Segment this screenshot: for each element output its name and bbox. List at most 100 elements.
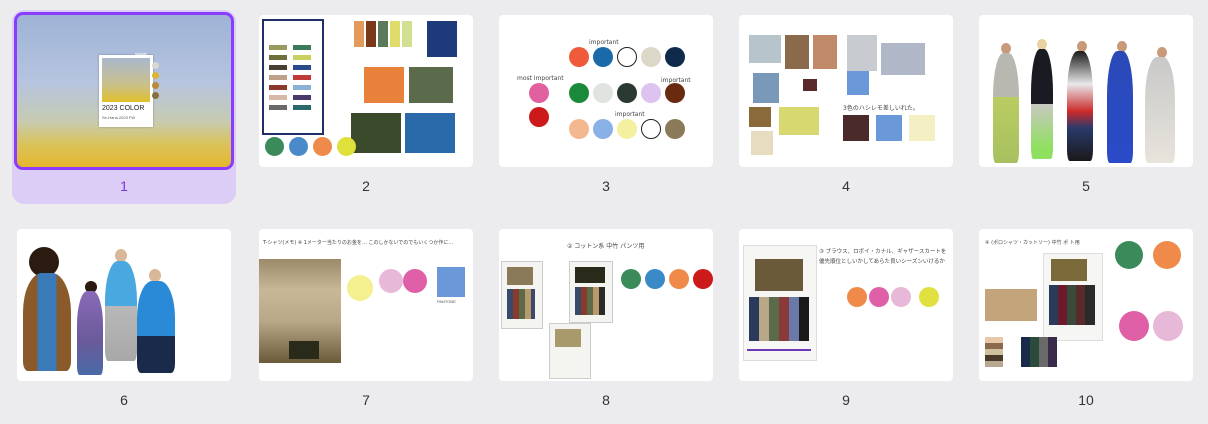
swatch <box>569 83 589 103</box>
swatch <box>289 341 319 359</box>
swatch <box>293 75 311 80</box>
swatch <box>555 329 581 347</box>
swatch <box>265 137 284 156</box>
swatch-grid <box>1021 337 1057 367</box>
photo <box>749 107 771 127</box>
swatch <box>593 83 613 103</box>
cover-title: 2023 COLOR <box>102 105 145 112</box>
slide-thumbnail-5[interactable]: 5 <box>974 10 1198 204</box>
swatch <box>669 269 689 289</box>
swatch <box>1115 241 1143 269</box>
slide-number: 1 <box>120 178 128 194</box>
slide-thumbnail-9[interactable]: ③ ブラウス、ロボイ・カナル、ギャザースカートを 優先順位としいかしてあらた良い… <box>734 224 958 418</box>
slide-number: 8 <box>602 392 610 408</box>
slide-number: 10 <box>1078 392 1094 408</box>
cover-photo <box>102 58 150 102</box>
swatch-grid <box>1049 285 1095 325</box>
slide-preview <box>17 229 231 381</box>
swatch <box>847 287 867 307</box>
swatch <box>617 83 637 103</box>
swatch <box>351 113 401 153</box>
swatch <box>641 119 661 139</box>
slide-thumbnail-4[interactable]: 3色のハシレモ差しいれた。 4 <box>734 10 958 204</box>
swatch <box>641 47 661 67</box>
swatch <box>665 83 685 103</box>
slide-number: 2 <box>362 178 370 194</box>
label-most-important: most important <box>517 75 564 82</box>
note-text: 3色のハシレモ差しいれた。 <box>843 105 919 112</box>
swatch <box>529 83 549 103</box>
swatch <box>293 85 311 90</box>
swatch <box>269 45 287 50</box>
slide-thumbnail-10[interactable]: ④ (ポロシャツ・カットソー) 中竹 ポ ト用 10 <box>974 224 1198 418</box>
slide-thumbnail-2[interactable]: 2 <box>254 10 478 204</box>
swatch <box>293 65 311 70</box>
label-important: important <box>589 39 619 46</box>
swatch <box>402 21 412 47</box>
model-figure <box>137 281 175 373</box>
model-figure <box>105 261 137 361</box>
swatch <box>293 55 311 60</box>
swatch-grid <box>985 337 1003 367</box>
slide-thumbnail-6[interactable]: 6 <box>12 224 236 418</box>
slide-preview: ③ ブラウス、ロボイ・カナル、ギャザースカートを 優先順位としいかしてあらた良い… <box>739 229 953 381</box>
swatch <box>909 115 935 141</box>
swatch <box>405 113 455 153</box>
swatch <box>693 269 713 289</box>
swatch <box>529 107 549 127</box>
model-figure <box>23 273 71 371</box>
slide-thumbnail-3[interactable]: important most important important impor… <box>494 10 718 204</box>
swatch <box>891 287 911 307</box>
swatch <box>569 47 589 67</box>
swatch <box>269 65 287 70</box>
slide-preview: ② コットン系 中竹 パンツ用 <box>499 229 713 381</box>
note-text: ④ (ポロシャツ・カットソー) 中竹 ポ ト用 <box>985 240 1080 246</box>
swatch <box>354 21 364 47</box>
swatch-grid <box>749 297 809 341</box>
swatch <box>569 119 589 139</box>
note-text: T-シャツ(メモ) ※ 1メーター当たりのお金を… このしかないでのでもいくつか… <box>263 240 454 246</box>
swatch <box>269 75 287 80</box>
slide-number: 3 <box>602 178 610 194</box>
slide-thumbnail-7[interactable]: T-シャツ(メモ) ※ 1メーター当たりのお金を… このしかないでのでもいくつか… <box>254 224 478 418</box>
slide-thumbnail-8[interactable]: ② コットン系 中竹 パンツ用 8 <box>494 224 718 418</box>
swatch <box>621 269 641 289</box>
photo <box>847 35 877 71</box>
pantone-label: PANTONE <box>437 299 456 304</box>
photo <box>813 35 837 69</box>
slide-number: 4 <box>842 178 850 194</box>
swatch-grid <box>575 287 605 315</box>
slide-preview: T-シャツ(メモ) ※ 1メーター当たりのお金を… このしかないでのでもいくつか… <box>259 229 473 381</box>
note-text-2: 優先順位としいかしてあらた良いシーズンいけるか <box>819 259 945 265</box>
cover-card: 2023 COLOR Se-Hana 2023 FW <box>99 55 153 127</box>
swatch <box>575 267 605 283</box>
swatch <box>507 267 533 285</box>
photo <box>779 107 819 135</box>
swatch <box>390 21 400 47</box>
slide-preview <box>259 15 473 167</box>
slide-preview <box>979 15 1193 167</box>
swatch <box>869 287 889 307</box>
swatch <box>364 67 404 103</box>
swatch <box>755 259 803 291</box>
slide-thumbnail-1[interactable]: 2023 COLOR Se-Hana 2023 FW tagtate 1 <box>12 10 236 204</box>
swatch <box>876 115 902 141</box>
swatch <box>289 137 308 156</box>
swatch <box>593 47 613 67</box>
swatch <box>617 47 637 67</box>
model-figure <box>1031 49 1053 159</box>
model-figure <box>1067 51 1093 161</box>
swatch <box>293 45 311 50</box>
swatch <box>269 95 287 100</box>
swatch <box>152 62 159 69</box>
swatch <box>269 85 287 90</box>
photo <box>785 35 809 69</box>
note-text: ② コットン系 中竹 パンツ用 <box>567 243 645 250</box>
model-figure <box>993 53 1019 163</box>
swatch <box>1153 241 1181 269</box>
model-figure <box>1107 51 1133 163</box>
swatch <box>665 47 685 67</box>
label-important: important <box>615 111 645 118</box>
photo <box>749 35 781 63</box>
swatch <box>269 105 287 110</box>
